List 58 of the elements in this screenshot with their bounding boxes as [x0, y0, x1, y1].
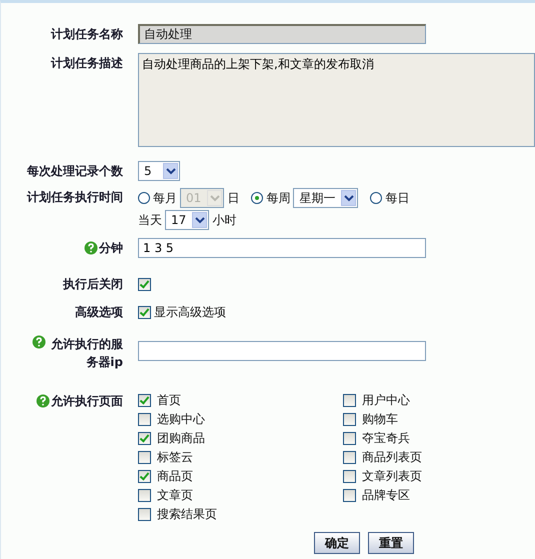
radio-label: 每周 — [266, 190, 290, 206]
radio-button[interactable] — [370, 192, 382, 204]
checkbox[interactable] — [343, 394, 356, 407]
radio-label: 每日 — [385, 190, 410, 206]
checkbox[interactable] — [138, 394, 151, 407]
checkbox[interactable] — [138, 306, 151, 318]
field-label: 每次处理记录个数 — [26, 163, 123, 180]
checkbox-label: 文章列表页 — [362, 468, 422, 485]
field-label: 允许执行页面 — [51, 393, 123, 410]
checkbox-label: 夺宝奇兵 — [362, 430, 410, 447]
checkbox[interactable] — [343, 470, 356, 483]
checkbox-label: 选购中心 — [157, 411, 205, 428]
checkbox[interactable] — [138, 451, 151, 464]
help-icon[interactable] — [84, 241, 98, 255]
hour-dropdown[interactable]: 17 — [165, 210, 210, 230]
field-label: 计划任务名称 — [50, 26, 123, 43]
checkbox[interactable] — [138, 278, 151, 291]
checkbox-label: 购物车 — [362, 411, 398, 428]
checkbox-label: 用户中心 — [362, 392, 410, 409]
checkbox-label: 搜索结果页 — [157, 506, 217, 523]
checkbox-label: 品牌专区 — [362, 487, 410, 504]
checkbox[interactable] — [138, 432, 151, 445]
radio-button[interactable] — [138, 192, 150, 204]
task-description-field[interactable]: 自动处理商品的上架下架,和文章的发布取消 — [138, 53, 535, 147]
unit-label: 小时 — [212, 212, 236, 228]
dropdown[interactable]: 星期一 — [293, 188, 358, 208]
checkbox[interactable] — [343, 432, 356, 445]
checkbox-label: 商品页 — [157, 468, 193, 485]
checkbox-label: 文章页 — [157, 487, 193, 504]
checkbox-label: 标签云 — [157, 449, 193, 466]
checkbox[interactable] — [343, 489, 356, 502]
checkbox-label: 显示高级选项 — [154, 304, 226, 320]
checkbox-label: 商品列表页 — [362, 449, 422, 466]
field-label: 计划任务描述 — [50, 55, 123, 72]
server-ip-field[interactable] — [138, 341, 426, 361]
checkbox[interactable] — [138, 489, 151, 502]
field-label: 允许执行的服务器ip — [50, 336, 123, 371]
checkbox[interactable] — [343, 451, 356, 464]
field-label: 计划任务执行时间 — [26, 189, 123, 206]
field-label: 分钟 — [99, 240, 123, 257]
form-button[interactable]: 确定 — [314, 532, 360, 554]
checkbox[interactable] — [138, 413, 151, 426]
checkbox[interactable] — [138, 470, 151, 483]
radio-button[interactable] — [251, 192, 264, 204]
checkbox-label: 团购商品 — [157, 430, 205, 447]
field-label: 高级选项 — [74, 304, 123, 321]
help-icon[interactable] — [36, 394, 50, 408]
checkbox[interactable] — [343, 413, 356, 426]
minutes-field[interactable]: 1 3 5 — [138, 238, 426, 258]
unit-label: 日 — [227, 190, 240, 206]
field-label: 执行后关闭 — [62, 276, 123, 293]
form-button[interactable]: 重置 — [368, 532, 414, 554]
record-count-dropdown[interactable]: 5 — [138, 161, 180, 181]
checkbox-label: 首页 — [157, 392, 181, 409]
prefix-label: 当天 — [138, 212, 162, 228]
checkbox[interactable] — [138, 508, 151, 521]
radio-label: 每月 — [153, 190, 177, 206]
help-icon[interactable] — [32, 335, 46, 349]
